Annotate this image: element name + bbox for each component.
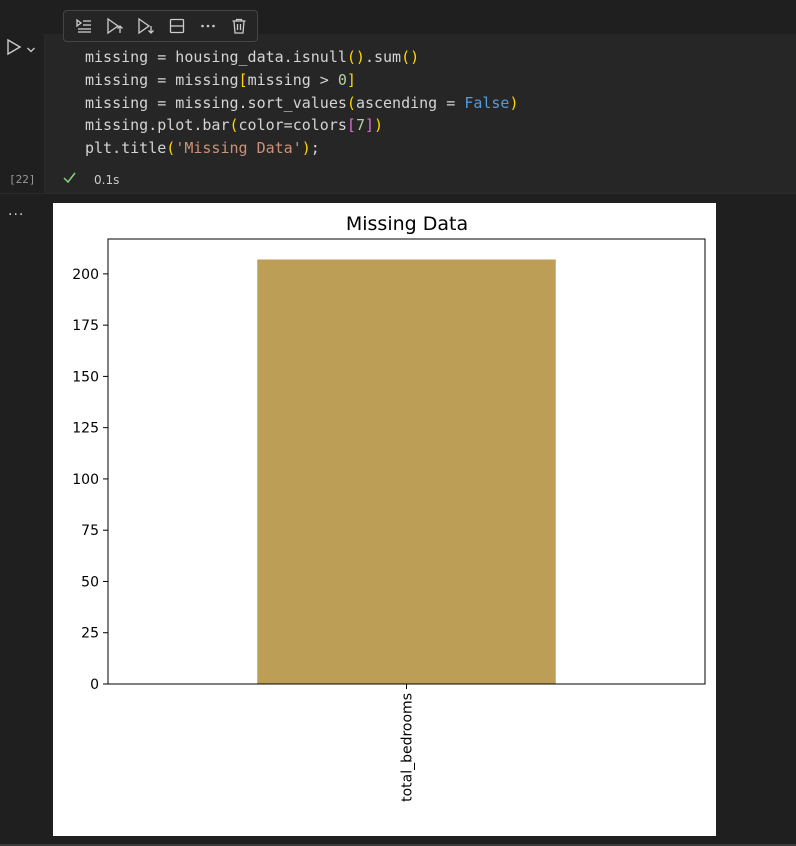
code-token: 7	[355, 116, 365, 135]
chevron-down-icon	[27, 47, 35, 52]
code-token: [	[238, 70, 248, 89]
code-token: missing = missing.sort_values	[85, 93, 347, 112]
code-token: ()	[346, 48, 365, 66]
success-check-icon	[62, 170, 77, 189]
chart-title: Missing Data	[346, 213, 468, 235]
execute-above-icon	[106, 17, 123, 35]
code-token: missing = missing	[85, 70, 239, 89]
run-by-line-icon	[75, 18, 91, 33]
code-line: missing = missing[missing > 0]	[85, 69, 519, 92]
code-line: missing.plot.bar(color=colors[7])	[85, 114, 519, 137]
split-cell-icon	[169, 18, 184, 34]
run-options-button[interactable]	[26, 40, 36, 59]
cell-divider	[0, 193, 796, 194]
run-controls	[6, 38, 36, 60]
execute-below-icon	[137, 17, 154, 35]
code-token: (	[346, 93, 356, 112]
y-tick-label: 100	[72, 472, 99, 488]
code-editor[interactable]: missing = housing_data.isnull().sum() mis…	[85, 46, 519, 160]
y-tick-label: 175	[72, 318, 99, 334]
cell-toolbar	[63, 10, 258, 42]
code-token: color=colors	[238, 116, 347, 135]
code-token: ascending =	[355, 93, 465, 112]
y-axis: 0 25 50 75 100 125 150 175 200	[72, 267, 108, 693]
y-tick-label: 25	[81, 626, 99, 642]
delete-cell-button[interactable]	[225, 14, 252, 38]
code-token: False	[464, 93, 510, 112]
output-actions-button[interactable]: ...	[8, 204, 24, 218]
code-line: plt.title('Missing Data');	[85, 137, 519, 160]
execution-time: 0.1s	[94, 173, 120, 187]
code-token: )	[509, 93, 519, 112]
code-token: missing >	[247, 70, 338, 89]
code-token: (	[229, 116, 239, 135]
more-actions-icon	[200, 24, 215, 28]
code-token: ]	[364, 116, 374, 135]
delete-cell-icon	[232, 18, 245, 34]
play-icon	[7, 38, 22, 56]
code-token: 0	[337, 70, 347, 89]
y-tick-label: 50	[81, 574, 99, 590]
more-actions-button[interactable]	[194, 14, 221, 38]
run-by-line-button[interactable]	[70, 14, 97, 38]
code-token: ;	[310, 139, 320, 158]
x-axis: total_bedrooms	[400, 684, 416, 802]
code-token: 'Missing Data'	[175, 139, 302, 158]
bar-chart: Missing Data 0 25 50 75 100 125 150 175 200 tota…	[72, 213, 706, 802]
y-tick-label: 150	[72, 369, 99, 385]
code-token: plt.title	[85, 139, 167, 158]
y-tick-label: 200	[72, 267, 99, 283]
code-line: missing = housing_data.isnull().sum()	[85, 46, 519, 69]
execute-above-button[interactable]	[101, 14, 128, 38]
execute-below-button[interactable]	[132, 14, 159, 38]
y-tick-label: 75	[81, 523, 99, 539]
split-cell-button[interactable]	[163, 14, 190, 38]
code-token: )	[374, 116, 384, 135]
y-tick-label: 0	[90, 677, 99, 693]
code-token: missing.plot.bar	[85, 116, 230, 135]
code-token: ()	[401, 48, 420, 66]
run-cell-button[interactable]	[6, 38, 22, 60]
execution-count: [22]	[9, 173, 36, 186]
y-tick-label: 125	[72, 421, 99, 437]
code-token: ]	[346, 70, 356, 89]
code-line: missing = missing.sort_values(ascending …	[85, 92, 519, 115]
code-token: .sum	[364, 48, 402, 66]
bars	[257, 259, 556, 684]
code-token: missing = housing_data.isnull	[85, 48, 347, 66]
chart-output: Missing Data 0 25 50 75 100 125 150 175 200 tota…	[53, 203, 716, 836]
x-tick-label: total_bedrooms	[400, 693, 416, 802]
code-token: [	[346, 116, 356, 135]
bar-total_bedrooms	[257, 259, 556, 684]
code-token: )	[301, 139, 311, 158]
code-token: (	[166, 139, 176, 158]
